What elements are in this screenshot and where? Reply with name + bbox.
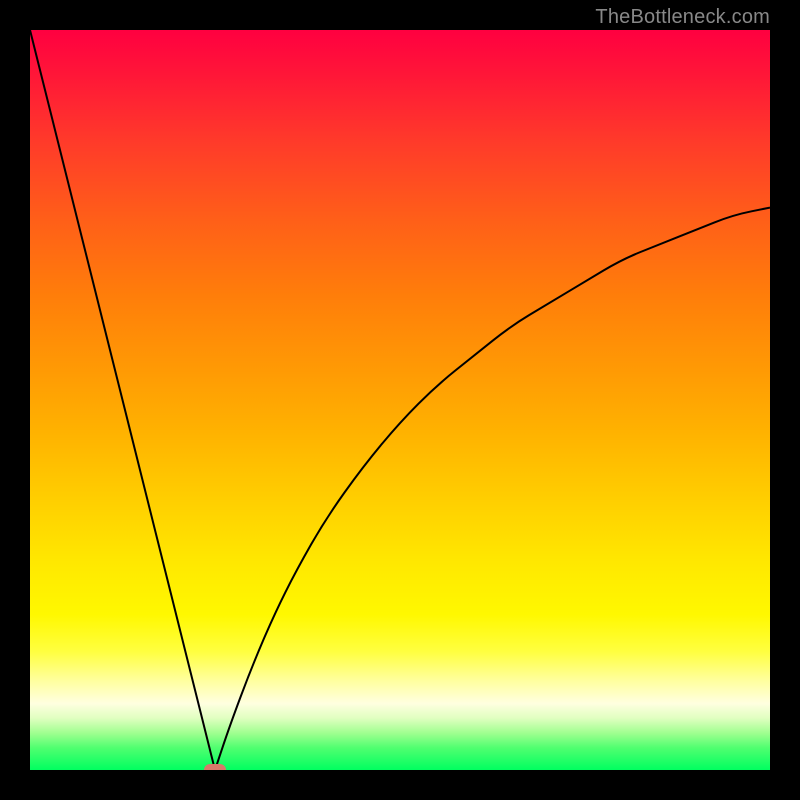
bottleneck-curve [30, 30, 770, 770]
chart-frame: TheBottleneck.com [0, 0, 800, 800]
curve-path [30, 30, 770, 770]
watermark-text: TheBottleneck.com [595, 6, 770, 29]
chart-plot-area [30, 30, 770, 770]
optimal-point-marker [204, 764, 226, 770]
